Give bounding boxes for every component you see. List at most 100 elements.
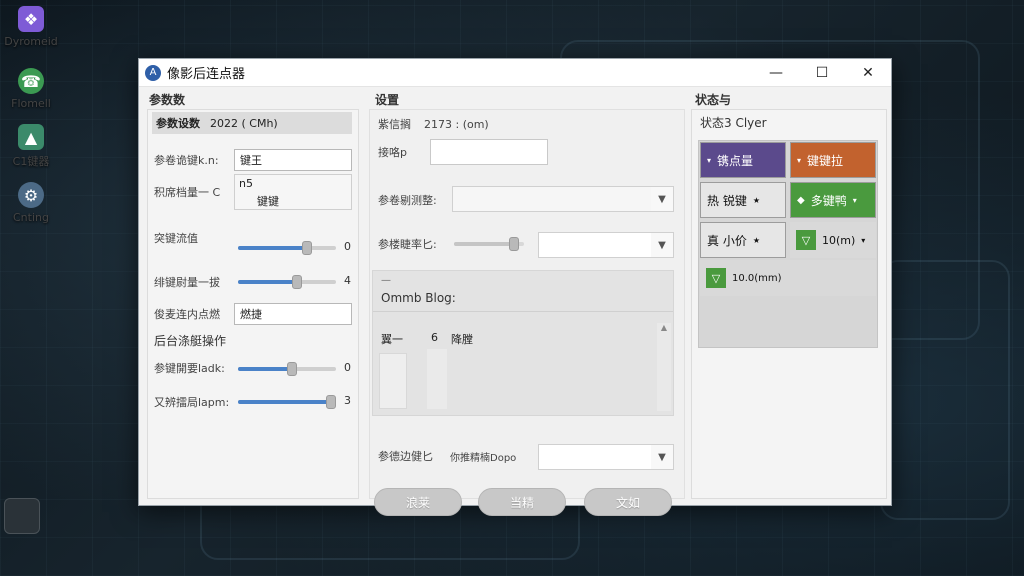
slider1-row: 突键流值: [154, 226, 234, 250]
window-title: 像影后连点器: [167, 67, 246, 82]
tile-label: 镌点量: [717, 153, 754, 168]
tile-3[interactable]: 热 锐键 ★: [700, 182, 786, 218]
slider-thumb[interactable]: [326, 395, 337, 409]
shield-icon: ◆: [797, 194, 805, 206]
minimize-button[interactable]: —: [753, 59, 799, 87]
mid-row1: 紫信搁 2173 : (om): [378, 112, 489, 136]
mid-dropdown1[interactable]: ▼: [452, 186, 674, 212]
slider3-row: 参键開要ladk:: [154, 356, 234, 380]
list-cell: [379, 353, 407, 409]
slider-thumb[interactable]: [291, 275, 302, 289]
field2-row: 积席档量一 C n5 键键: [154, 174, 352, 210]
slider-thumb[interactable]: [301, 241, 312, 255]
slider2-label: 绯键尉量一拔: [154, 276, 220, 289]
app-window: A 像影后连点器 — ☐ ✕ 参数数 参数设数 2022 ( CMh) 参卷诡键…: [138, 58, 892, 516]
tile-7[interactable]: ▽ 10.0(mm): [700, 260, 876, 296]
tile-label: 10(m): [822, 233, 856, 247]
chevron-down-icon: ▼: [658, 193, 666, 205]
right-subtitle: 状态3 Clyer: [700, 116, 767, 130]
mid-dropdown3[interactable]: ▼: [538, 444, 674, 470]
filter-icon: ▽: [796, 230, 816, 250]
chevron-down-icon: ▼: [658, 451, 666, 463]
section2-title: 后台涤艇操作: [154, 333, 227, 348]
slider1[interactable]: [238, 241, 336, 255]
list-scrollbar[interactable]: ▲: [657, 323, 671, 411]
scroll-up-icon[interactable]: ▲: [657, 323, 671, 332]
left-panel-title: 参数数: [149, 93, 186, 107]
mid-dropdown2-label: 参楼睫率匕:: [378, 238, 437, 251]
dropdown-value: [453, 187, 651, 211]
right-panel: 状态3 Clyer ▾ 镌点量 ▾ 键键拉 热 锐键 ★ ◆ 多键鸭 ▾ 真 小…: [691, 109, 887, 499]
gear-icon: ⚙: [18, 182, 44, 208]
chevron-down-icon: ▾: [852, 195, 857, 205]
desktop-icon-c1[interactable]: ▲ C1键器: [6, 124, 56, 169]
title-bar[interactable]: A 像影后连点器 — ☐ ✕: [139, 59, 891, 87]
circuit-decoration: [880, 260, 1010, 520]
mid-row1-label: 紫信搁: [378, 118, 411, 131]
close-button[interactable]: ✕: [845, 59, 891, 87]
desktop-icon-flomell[interactable]: ☎ Flomell: [6, 68, 56, 110]
mid-dropdown3-label: 参德边健匕: [378, 450, 433, 463]
mid-dropdown2[interactable]: ▼: [538, 232, 674, 258]
caret-icon: ▾: [707, 155, 712, 165]
slider2-row: 绯键尉量一拔: [154, 270, 234, 294]
list-header: —: [381, 275, 391, 286]
list-box[interactable]: — Ommb Blog: 翼一 6 降膛 ▲: [372, 270, 674, 416]
list-col1: 翼一: [381, 333, 403, 346]
slider2[interactable]: [238, 275, 336, 289]
list-divider: [373, 311, 673, 312]
action-button-2[interactable]: 当精: [478, 488, 566, 516]
action-button-3[interactable]: 文如: [584, 488, 672, 516]
tile-1[interactable]: ▾ 镌点量: [700, 142, 786, 178]
field1-row: 参卷诡键k.n: 键王: [154, 148, 352, 172]
mid-dropdown3-hint: 你推精楠Dopo: [450, 452, 517, 464]
mid-row2-input[interactable]: [430, 139, 548, 165]
field3-input[interactable]: 燃捷: [234, 303, 352, 325]
slider-fill: [454, 242, 514, 246]
field2-value: n5: [239, 177, 253, 190]
app-icon: ▲: [18, 124, 44, 150]
desktop-icon-dyromeid[interactable]: ❖ Dyromeid: [4, 6, 58, 48]
tile-label: 多键鸭: [810, 193, 847, 208]
slider4-label: 又辨擂局lapm:: [154, 396, 230, 409]
desktop-icon-cnting[interactable]: ⚙ Cnting: [6, 182, 56, 224]
tile-2[interactable]: ▾ 键键拉: [790, 142, 876, 178]
slider1-label: 突键流值: [154, 232, 198, 245]
header-value: 2022 ( CMh): [210, 116, 278, 130]
tile-label: 键键拉: [807, 153, 844, 168]
list-col2: 6: [431, 331, 438, 344]
list-col3: 降膛: [451, 333, 473, 346]
slider-thumb[interactable]: [286, 362, 297, 376]
action-button-1[interactable]: 浪莱: [374, 488, 462, 516]
left-panel-header: 参数设数 2022 ( CMh): [152, 112, 352, 134]
tile-5[interactable]: 真 小价 ★: [700, 222, 786, 258]
slider3[interactable]: [238, 362, 336, 376]
tile-6[interactable]: ▽ 10(m) ▾: [790, 222, 876, 258]
mid-dropdown1-row: 参卷剔测整:: [378, 188, 437, 212]
slider3-label: 参键開要ladk:: [154, 362, 225, 375]
slider1-value: 0: [344, 240, 351, 253]
tile-label: 热 锐键: [707, 193, 747, 208]
desktop-icon-label: C1键器: [12, 155, 50, 168]
slider-fill: [238, 246, 307, 250]
field2-label: 积席档量一 C: [154, 186, 221, 199]
desktop-icon-label: Cnting: [13, 211, 49, 224]
star-icon: ★: [752, 195, 760, 205]
taskbar-app-icon[interactable]: [4, 498, 40, 534]
mid-row2-label: 接咯p: [378, 146, 407, 159]
tile-4[interactable]: ◆ 多键鸭 ▾: [790, 182, 876, 218]
maximize-button[interactable]: ☐: [799, 59, 845, 87]
mid-dropdown2-row: 参楼睫率匕:: [378, 232, 437, 256]
slider4-value: 3: [344, 394, 351, 407]
field3-label: 俊麦连内点燃: [154, 308, 220, 321]
field1-input[interactable]: 键王: [234, 149, 352, 171]
field2-box[interactable]: n5 键键: [234, 174, 352, 210]
slider4[interactable]: [238, 395, 337, 409]
mid-row2: 接咯p: [378, 139, 548, 165]
tile-label: 10.0(mm): [732, 272, 782, 284]
slider2-value: 4: [344, 274, 351, 287]
slider-thumb[interactable]: [508, 237, 519, 251]
left-panel: 参数设数 2022 ( CMh) 参卷诡键k.n: 键王 积席档量一 C n5 …: [147, 109, 359, 499]
mid-slider[interactable]: [454, 237, 524, 251]
window-body: 参数数 参数设数 2022 ( CMh) 参卷诡键k.n: 键王 积席档量一 C…: [139, 87, 891, 516]
